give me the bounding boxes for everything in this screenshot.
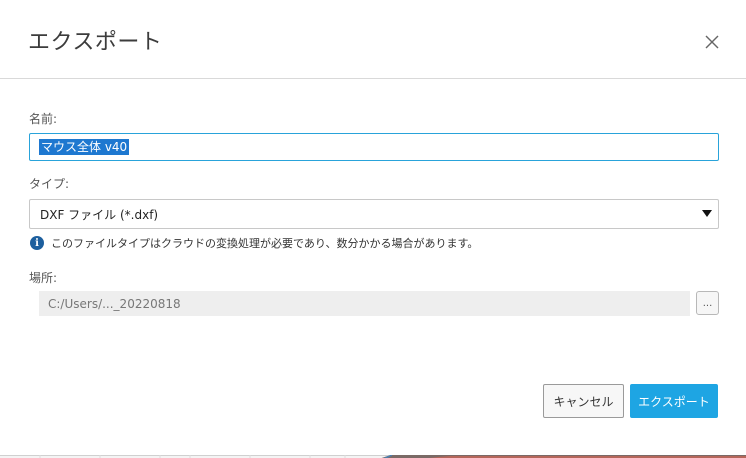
dialog-title: エクスポート xyxy=(28,30,163,55)
name-field[interactable]: マウス全体 v40 xyxy=(29,133,719,161)
close-icon[interactable] xyxy=(700,30,724,54)
dropdown-arrow-icon xyxy=(702,210,712,217)
name-label: 名前: xyxy=(29,112,58,126)
info-icon: i xyxy=(30,236,44,250)
dialog-header: エクスポート xyxy=(0,0,746,79)
cancel-button[interactable]: キャンセル xyxy=(543,384,624,418)
name-value: マウス全体 v40 xyxy=(39,139,130,155)
info-message: i このファイルタイプはクラウドの変換処理が必要であり、数分かかる場合があります… xyxy=(30,235,478,251)
background-strip xyxy=(0,449,746,458)
location-field: C:/Users/..._20220818 xyxy=(39,291,690,316)
type-value: DXF ファイル (*.dxf) xyxy=(40,207,159,222)
export-dialog: エクスポート 名前: マウス全体 v40 タイプ: DXF ファイル (*.dx… xyxy=(0,0,746,458)
export-button[interactable]: エクスポート xyxy=(630,384,718,418)
type-label: タイプ: xyxy=(29,177,70,191)
info-text: このファイルタイプはクラウドの変換処理が必要であり、数分かかる場合があります。 xyxy=(51,237,479,250)
location-label: 場所: xyxy=(29,271,58,285)
browse-button[interactable]: ... xyxy=(696,291,719,315)
type-select[interactable]: DXF ファイル (*.dxf) xyxy=(29,199,719,229)
location-value: C:/Users/..._20220818 xyxy=(48,296,181,311)
